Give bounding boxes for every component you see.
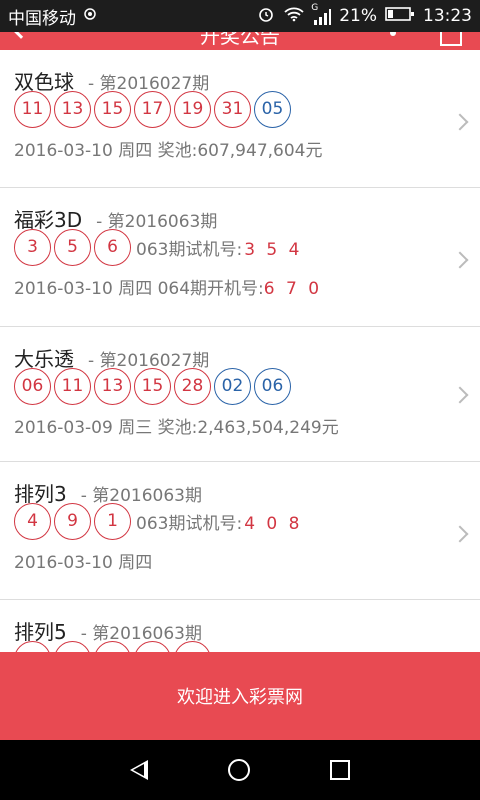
lottery-item-3d[interactable]: 福彩3D - 第2016063期 3 5 6 063期试机号: 3 5 4 201… — [0, 188, 480, 327]
app-bar: 开奖公告 — [0, 32, 480, 50]
lottery-name: 大乐透 — [14, 347, 74, 371]
red-ball: 5 — [54, 228, 91, 266]
red-ball: 06 — [14, 367, 51, 405]
red-ball: 6 — [94, 228, 131, 266]
enter-site-button[interactable]: 欢迎进入彩票网 — [0, 652, 480, 740]
lottery-item-pl3[interactable]: 排列3 - 第2016063期 4 9 1 063期试机号: 4 0 8 2016… — [0, 462, 480, 600]
trial-digits: 4 0 8 — [244, 513, 303, 534]
red-ball: 15 — [94, 90, 131, 128]
draw-info: 2016-03-10 周四 — [14, 553, 153, 573]
clock: 13:23 — [423, 6, 472, 26]
red-ball: 19 — [174, 90, 211, 128]
hotspot-icon — [82, 6, 98, 27]
draw-info: 2016-03-09 周三 奖池:2,463,504,249元 — [14, 418, 339, 438]
nav-home-icon[interactable] — [228, 759, 250, 781]
draw-balls: 3 5 6 063期试机号: 3 5 4 — [14, 228, 480, 266]
red-ball: 13 — [54, 90, 91, 128]
home-icon[interactable] — [440, 32, 462, 46]
trial-label: 063期试机号: — [136, 513, 243, 534]
lottery-issue: - 第2016063期 — [80, 624, 202, 644]
system-nav-bar — [0, 740, 480, 800]
blue-ball: 06 — [254, 367, 291, 405]
red-ball: 9 — [54, 502, 91, 540]
trial-number: 063期试机号: 4 0 8 — [136, 509, 302, 534]
draw-balls: 4 9 1 063期试机号: 4 0 8 — [14, 502, 480, 540]
trial-number: 063期试机号: 3 5 4 — [136, 235, 302, 260]
trial-label: 063期试机号: — [136, 239, 243, 260]
red-ball: 17 — [134, 90, 171, 128]
lottery-item-dlt[interactable]: 大乐透 - 第2016027期 06 11 13 15 28 02 06 201… — [0, 327, 480, 462]
status-bar: 中国移动 G 21% 13:23 — [0, 0, 480, 32]
red-ball: 28 — [174, 367, 211, 405]
red-ball: 1 — [94, 502, 131, 540]
open-digits: 6 7 0 — [263, 279, 323, 299]
nav-recents-icon[interactable] — [330, 760, 350, 780]
draw-balls: 06 11 13 15 28 02 06 — [14, 367, 480, 405]
red-ball: 31 — [214, 90, 251, 128]
draw-balls: 11 13 15 17 19 31 05 — [14, 90, 480, 128]
battery-icon — [385, 6, 415, 27]
draw-info: 2016-03-10 周四 奖池:607,947,604元 — [14, 141, 323, 161]
battery-percent: 21% — [339, 6, 377, 26]
wifi-icon — [283, 6, 305, 27]
red-ball: 3 — [14, 228, 51, 266]
lottery-name: 排列5 — [14, 620, 67, 644]
nav-back-icon[interactable] — [130, 760, 148, 780]
lottery-name: 双色球 — [14, 70, 74, 94]
page-title: 开奖公告 — [200, 32, 280, 48]
signal-type: G — [311, 3, 319, 13]
red-ball: 11 — [54, 367, 91, 405]
draw-info-text: 2016-03-10 周四 064期开机号: — [14, 279, 264, 299]
blue-ball: 05 — [254, 90, 291, 128]
red-ball: 13 — [94, 367, 131, 405]
alarm-icon — [257, 5, 275, 28]
lottery-issue: - 第2016063期 — [80, 486, 202, 506]
blue-ball: 02 — [214, 367, 251, 405]
carrier-name: 中国移动 — [8, 8, 76, 29]
red-ball: 4 — [14, 502, 51, 540]
red-ball: 15 — [134, 367, 171, 405]
lottery-item-ssq[interactable]: 双色球 - 第2016027期 11 13 15 17 19 31 05 201… — [0, 50, 480, 188]
lottery-item-pl5[interactable]: 排列5 - 第2016063期 — [0, 600, 480, 652]
red-ball: 11 — [14, 90, 51, 128]
draw-info: 2016-03-10 周四 064期开机号:6 7 0 — [14, 274, 480, 300]
lottery-list: 双色球 - 第2016027期 11 13 15 17 19 31 05 201… — [0, 50, 480, 652]
cellular-signal-icon: G — [311, 3, 332, 25]
trial-digits: 3 5 4 — [244, 239, 303, 260]
lottery-name: 排列3 — [14, 482, 67, 506]
